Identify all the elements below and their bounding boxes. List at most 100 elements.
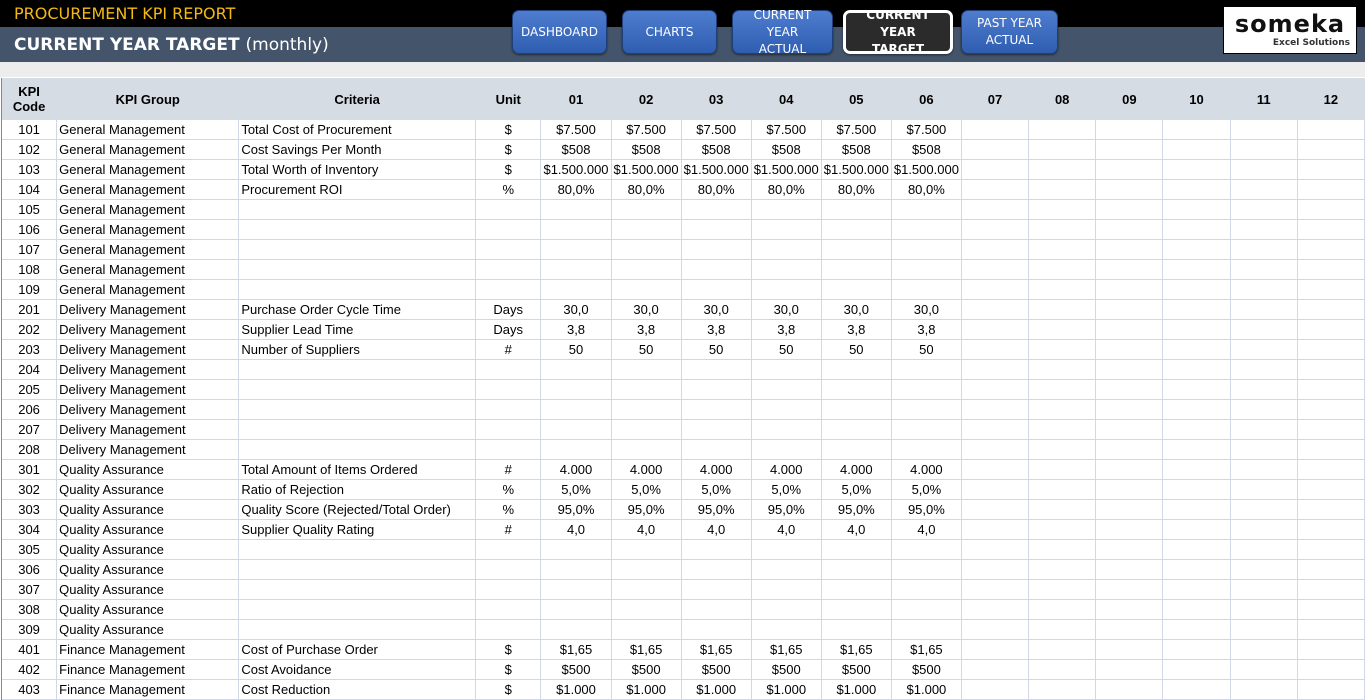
cell-month-value[interactable] bbox=[1095, 419, 1164, 440]
cell-month-value[interactable] bbox=[611, 399, 682, 420]
cell-month-value[interactable] bbox=[1028, 419, 1097, 440]
cell-kpi-group[interactable]: General Management bbox=[56, 159, 240, 180]
cell-month-value[interactable] bbox=[1095, 279, 1164, 300]
cell-month-value[interactable] bbox=[540, 559, 612, 580]
cell-month-value[interactable] bbox=[961, 519, 1030, 540]
cell-month-value[interactable] bbox=[961, 219, 1030, 240]
cell-month-value[interactable] bbox=[1297, 559, 1365, 580]
cell-unit[interactable] bbox=[475, 579, 542, 600]
cell-month-value[interactable] bbox=[1095, 499, 1164, 520]
cell-kpi-group[interactable]: General Management bbox=[56, 120, 240, 140]
cell-unit[interactable] bbox=[475, 419, 542, 440]
cell-kpi-group[interactable]: Quality Assurance bbox=[56, 479, 240, 500]
cell-month-value[interactable] bbox=[681, 539, 752, 560]
cell-month-value[interactable]: $1.000 bbox=[751, 679, 822, 700]
cell-month-value[interactable]: $7.500 bbox=[681, 120, 752, 140]
cell-month-value[interactable] bbox=[611, 439, 682, 460]
cell-month-value[interactable] bbox=[1162, 579, 1231, 600]
cell-kpi-code[interactable]: 207 bbox=[2, 419, 58, 440]
cell-month-value[interactable] bbox=[1095, 539, 1164, 560]
cell-kpi-group[interactable]: Delivery Management bbox=[56, 359, 240, 380]
cell-month-value[interactable] bbox=[1028, 339, 1097, 360]
cell-month-value[interactable] bbox=[1297, 159, 1365, 180]
cell-criteria[interactable]: Number of Suppliers bbox=[238, 339, 476, 360]
cell-kpi-code[interactable]: 305 bbox=[2, 539, 58, 560]
cell-month-value[interactable] bbox=[540, 199, 612, 220]
cell-month-value[interactable]: 5,0% bbox=[751, 479, 822, 500]
cell-month-value[interactable] bbox=[1095, 139, 1164, 160]
cell-month-value[interactable] bbox=[961, 259, 1030, 280]
cell-month-value[interactable] bbox=[1297, 399, 1365, 420]
cell-month-value[interactable] bbox=[1230, 659, 1298, 680]
cell-month-value[interactable] bbox=[1095, 459, 1164, 480]
cell-kpi-group[interactable]: Delivery Management bbox=[56, 339, 240, 360]
cell-month-value[interactable] bbox=[540, 619, 612, 640]
cell-month-value[interactable]: 95,0% bbox=[891, 499, 962, 520]
cell-month-value[interactable] bbox=[1095, 339, 1164, 360]
cell-kpi-code[interactable]: 202 bbox=[2, 319, 58, 340]
cell-month-value[interactable] bbox=[1230, 159, 1298, 180]
cell-month-value[interactable] bbox=[1162, 459, 1231, 480]
cell-month-value[interactable]: $508 bbox=[611, 139, 682, 160]
cell-month-value[interactable] bbox=[961, 359, 1030, 380]
cell-month-value[interactable] bbox=[611, 599, 682, 620]
cell-month-value[interactable] bbox=[1230, 419, 1298, 440]
cell-month-value[interactable] bbox=[540, 359, 612, 380]
cell-month-value[interactable] bbox=[1297, 259, 1365, 280]
cell-month-value[interactable] bbox=[961, 120, 1030, 140]
cell-month-value[interactable] bbox=[891, 359, 962, 380]
cell-criteria[interactable] bbox=[238, 579, 476, 600]
cell-month-value[interactable] bbox=[891, 399, 962, 420]
cell-month-value[interactable] bbox=[1028, 519, 1097, 540]
cell-kpi-code[interactable]: 105 bbox=[2, 199, 58, 220]
cell-month-value[interactable] bbox=[1162, 519, 1231, 540]
cell-month-value[interactable] bbox=[751, 619, 822, 640]
cell-month-value[interactable]: $1,65 bbox=[891, 639, 962, 660]
cell-month-value[interactable] bbox=[1028, 539, 1097, 560]
cell-month-value[interactable]: 5,0% bbox=[540, 479, 612, 500]
cell-criteria[interactable]: Purchase Order Cycle Time bbox=[238, 299, 476, 320]
cell-month-value[interactable] bbox=[1297, 299, 1365, 320]
cell-month-value[interactable] bbox=[961, 179, 1030, 200]
cell-month-value[interactable]: $500 bbox=[751, 659, 822, 680]
cell-month-value[interactable] bbox=[1028, 619, 1097, 640]
cell-kpi-group[interactable]: Delivery Management bbox=[56, 399, 240, 420]
cell-kpi-code[interactable]: 104 bbox=[2, 179, 58, 200]
cell-month-value[interactable] bbox=[961, 659, 1030, 680]
cell-month-value[interactable] bbox=[1162, 639, 1231, 660]
cell-kpi-group[interactable]: Delivery Management bbox=[56, 419, 240, 440]
cell-unit[interactable] bbox=[475, 619, 542, 640]
cell-month-value[interactable] bbox=[1095, 199, 1164, 220]
cell-month-value[interactable] bbox=[1230, 219, 1298, 240]
cell-criteria[interactable] bbox=[238, 239, 476, 260]
cell-month-value[interactable] bbox=[1162, 159, 1231, 180]
cell-month-value[interactable]: $508 bbox=[891, 139, 962, 160]
cell-month-value[interactable] bbox=[681, 439, 752, 460]
cell-month-value[interactable] bbox=[1095, 439, 1164, 460]
cell-month-value[interactable] bbox=[891, 279, 962, 300]
cell-month-value[interactable] bbox=[961, 139, 1030, 160]
cell-kpi-group[interactable]: Delivery Management bbox=[56, 299, 240, 320]
cell-month-value[interactable] bbox=[1297, 199, 1365, 220]
cell-month-value[interactable] bbox=[681, 259, 752, 280]
cell-unit[interactable] bbox=[475, 379, 542, 400]
cell-criteria[interactable]: Cost of Purchase Order bbox=[238, 639, 476, 660]
cell-month-value[interactable]: 4,0 bbox=[751, 519, 822, 540]
cell-month-value[interactable] bbox=[1095, 120, 1164, 140]
cell-month-value[interactable] bbox=[1162, 299, 1231, 320]
cell-criteria[interactable] bbox=[238, 559, 476, 580]
cell-month-value[interactable] bbox=[1095, 179, 1164, 200]
cell-month-value[interactable] bbox=[821, 279, 892, 300]
cell-month-value[interactable]: $7.500 bbox=[821, 120, 892, 140]
cell-month-value[interactable]: $1,65 bbox=[540, 639, 612, 660]
cell-month-value[interactable] bbox=[1230, 379, 1298, 400]
cell-month-value[interactable]: 50 bbox=[821, 339, 892, 360]
cell-month-value[interactable] bbox=[1162, 399, 1231, 420]
cell-month-value[interactable] bbox=[1297, 639, 1365, 660]
cell-month-value[interactable]: 3,8 bbox=[751, 319, 822, 340]
cell-month-value[interactable] bbox=[1095, 619, 1164, 640]
cell-month-value[interactable] bbox=[1297, 359, 1365, 380]
cell-criteria[interactable]: Procurement ROI bbox=[238, 179, 476, 200]
cell-kpi-group[interactable]: Finance Management bbox=[56, 679, 240, 700]
cell-criteria[interactable]: Total Cost of Procurement bbox=[238, 120, 476, 140]
